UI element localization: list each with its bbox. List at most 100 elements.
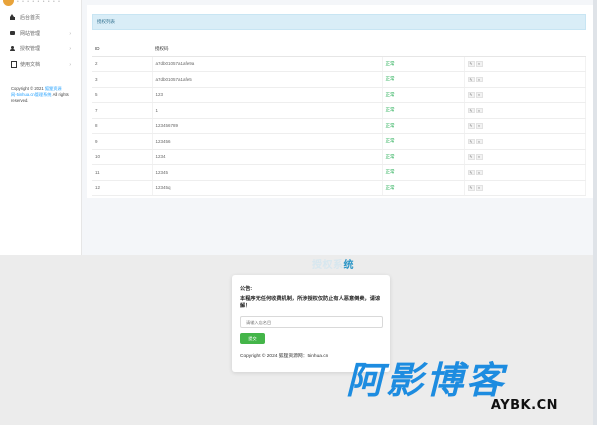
chevron-right-icon: ›	[69, 46, 71, 52]
delete-icon[interactable]: ×	[475, 107, 483, 113]
page-edge	[593, 0, 597, 425]
cell-actions: ✎ ×	[464, 87, 586, 103]
edit-icon[interactable]: ✎	[467, 185, 475, 191]
cell-status: 正常	[382, 180, 465, 196]
license-card: 授权列表 ID 授权码 2 a7db01057a1afe9a 正常 ✎ × 3 a7db01…	[87, 5, 593, 198]
cell-id: 9	[92, 133, 153, 150]
table-row: 9 123456 正常 ✎ ×	[92, 133, 586, 150]
cell-actions: ✎ ×	[464, 133, 586, 150]
home-icon	[10, 13, 16, 21]
doc-icon	[10, 61, 17, 69]
column-header-code: 授权码	[152, 42, 382, 57]
cell-id: 3	[92, 71, 153, 88]
cell-code: 123456	[152, 133, 383, 150]
sidebar-item-label: 网站管理	[20, 30, 41, 37]
table-row: 3 a7db01057a1afe5 正常 ✎ ×	[92, 71, 586, 88]
sidebar-item-docs[interactable]: 使用文档 ›	[0, 57, 82, 73]
cell-actions: ✎ ×	[464, 164, 586, 181]
watermark-title: 阿影博客	[346, 359, 506, 402]
cell-code: 1	[152, 102, 383, 119]
edit-icon[interactable]: ✎	[467, 169, 475, 175]
cell-code: a7db01057a1afe5	[152, 71, 383, 88]
cell-id: 10	[92, 149, 153, 165]
login-copyright: Copyright © 2024 狐狸资源网：5inhua.cn	[240, 354, 329, 359]
cell-code: 123	[152, 87, 383, 103]
logo-text: 授权系	[312, 260, 344, 271]
cell-status: 正常	[382, 87, 465, 103]
cell-id: 12	[92, 180, 153, 196]
sidebar-nav: 后台首页 网站管理 › 授权管理 › 使用文档 ›	[0, 10, 82, 72]
cell-status: 正常	[382, 149, 465, 165]
cell-actions: ✎ ×	[464, 180, 586, 196]
table-row: 2 a7db01057a1afe9a 正常 ✎ ×	[92, 56, 586, 72]
watermark-domain: AYBK.CN	[490, 398, 558, 413]
cell-id: 8	[92, 118, 153, 134]
delete-icon[interactable]: ×	[475, 61, 483, 67]
sidebar: • • • • • • • • • 后台首页 网站管理 › 授权管理 › 使用文…	[0, 0, 82, 255]
sidebar-copyright: Copyright © 2021 狐狸资源网-5inhua.cn管理系统 All…	[11, 86, 73, 104]
sidebar-item-label: 后台首页	[20, 15, 41, 22]
cell-status: 正常	[382, 133, 465, 150]
domain-input[interactable]	[240, 316, 383, 328]
edit-icon[interactable]: ✎	[467, 76, 475, 82]
cell-code: 1234	[152, 149, 383, 165]
admin-panel: • • • • • • • • • 后台首页 网站管理 › 授权管理 › 使用文…	[0, 0, 597, 255]
cell-id: 11	[92, 164, 153, 181]
cell-status: 正常	[382, 71, 465, 88]
cell-status: 正常	[382, 102, 465, 119]
column-header-status	[382, 42, 464, 57]
edit-icon[interactable]: ✎	[467, 154, 475, 160]
card-heading: 授权列表	[92, 14, 586, 30]
cell-status: 正常	[382, 164, 465, 181]
sidebar-item-label: 授权管理	[20, 46, 41, 53]
table-row: 7 1 正常 ✎ ×	[92, 102, 586, 119]
sidebar-item-site[interactable]: 网站管理 ›	[0, 26, 82, 42]
chevron-right-icon: ›	[69, 30, 71, 37]
table-row: 11 12345 正常 ✎ ×	[92, 164, 586, 181]
brand-name: • • • • • • • • •	[17, 0, 61, 5]
sidebar-item-home[interactable]: 后台首页	[0, 10, 82, 26]
edit-icon[interactable]: ✎	[467, 107, 475, 113]
sidebar-item-license[interactable]: 授权管理 ›	[0, 41, 82, 57]
site-icon	[10, 30, 16, 36]
table-row: 8 123456789 正常 ✎ ×	[92, 118, 586, 134]
cell-id: 7	[92, 102, 153, 119]
login-logo: 授权系统	[312, 256, 354, 271]
cell-actions: ✎ ×	[464, 56, 586, 72]
table-row: 5 123 正常 ✎ ×	[92, 87, 586, 103]
cell-status: 正常	[382, 118, 465, 134]
table-row: 12 12345q 正常 ✎ ×	[92, 180, 586, 196]
edit-icon[interactable]: ✎	[467, 123, 475, 129]
table-row: 10 1234 正常 ✎ ×	[92, 149, 586, 165]
license-table: ID 授权码 2 a7db01057a1afe9a 正常 ✎ × 3 a7db01057a1…	[92, 42, 586, 196]
notice-body: 本程序无任何收费机制，所涉授权仅防止有人恶意倒卖，请谅解！	[240, 296, 381, 309]
delete-icon[interactable]: ×	[475, 92, 483, 98]
cell-code: 12345	[152, 164, 383, 181]
login-card: 公告: 本程序无任何收费机制，所涉授权仅防止有人恶意倒卖，请谅解！ 提交 Cop…	[232, 275, 390, 372]
copyright-text: Copyright © 2021	[11, 86, 45, 91]
cell-actions: ✎ ×	[464, 71, 586, 88]
edit-icon[interactable]: ✎	[467, 138, 475, 144]
delete-icon[interactable]: ×	[475, 123, 483, 129]
brand: • • • • • • • • •	[0, 0, 82, 8]
cell-code: 123456789	[152, 118, 383, 134]
cell-actions: ✎ ×	[464, 118, 586, 134]
chevron-right-icon: ›	[69, 61, 71, 68]
cell-code: a7db01057a1afe9a	[152, 56, 383, 72]
edit-icon[interactable]: ✎	[467, 92, 475, 98]
delete-icon[interactable]: ×	[475, 76, 483, 82]
column-header-actions	[464, 42, 586, 57]
delete-icon[interactable]: ×	[475, 185, 483, 191]
logo-highlight: 统	[343, 260, 354, 271]
delete-icon[interactable]: ×	[475, 169, 483, 175]
column-header-id: ID	[92, 42, 152, 57]
sidebar-item-label: 使用文档	[20, 61, 41, 68]
site-watermark: 阿影博客 AYBK.CN	[346, 361, 576, 421]
delete-icon[interactable]: ×	[475, 154, 483, 160]
delete-icon[interactable]: ×	[475, 138, 483, 144]
cell-id: 2	[92, 56, 153, 72]
submit-button[interactable]: 提交	[240, 333, 265, 344]
cell-status: 正常	[382, 56, 465, 72]
cell-id: 5	[92, 87, 153, 103]
edit-icon[interactable]: ✎	[467, 61, 475, 67]
